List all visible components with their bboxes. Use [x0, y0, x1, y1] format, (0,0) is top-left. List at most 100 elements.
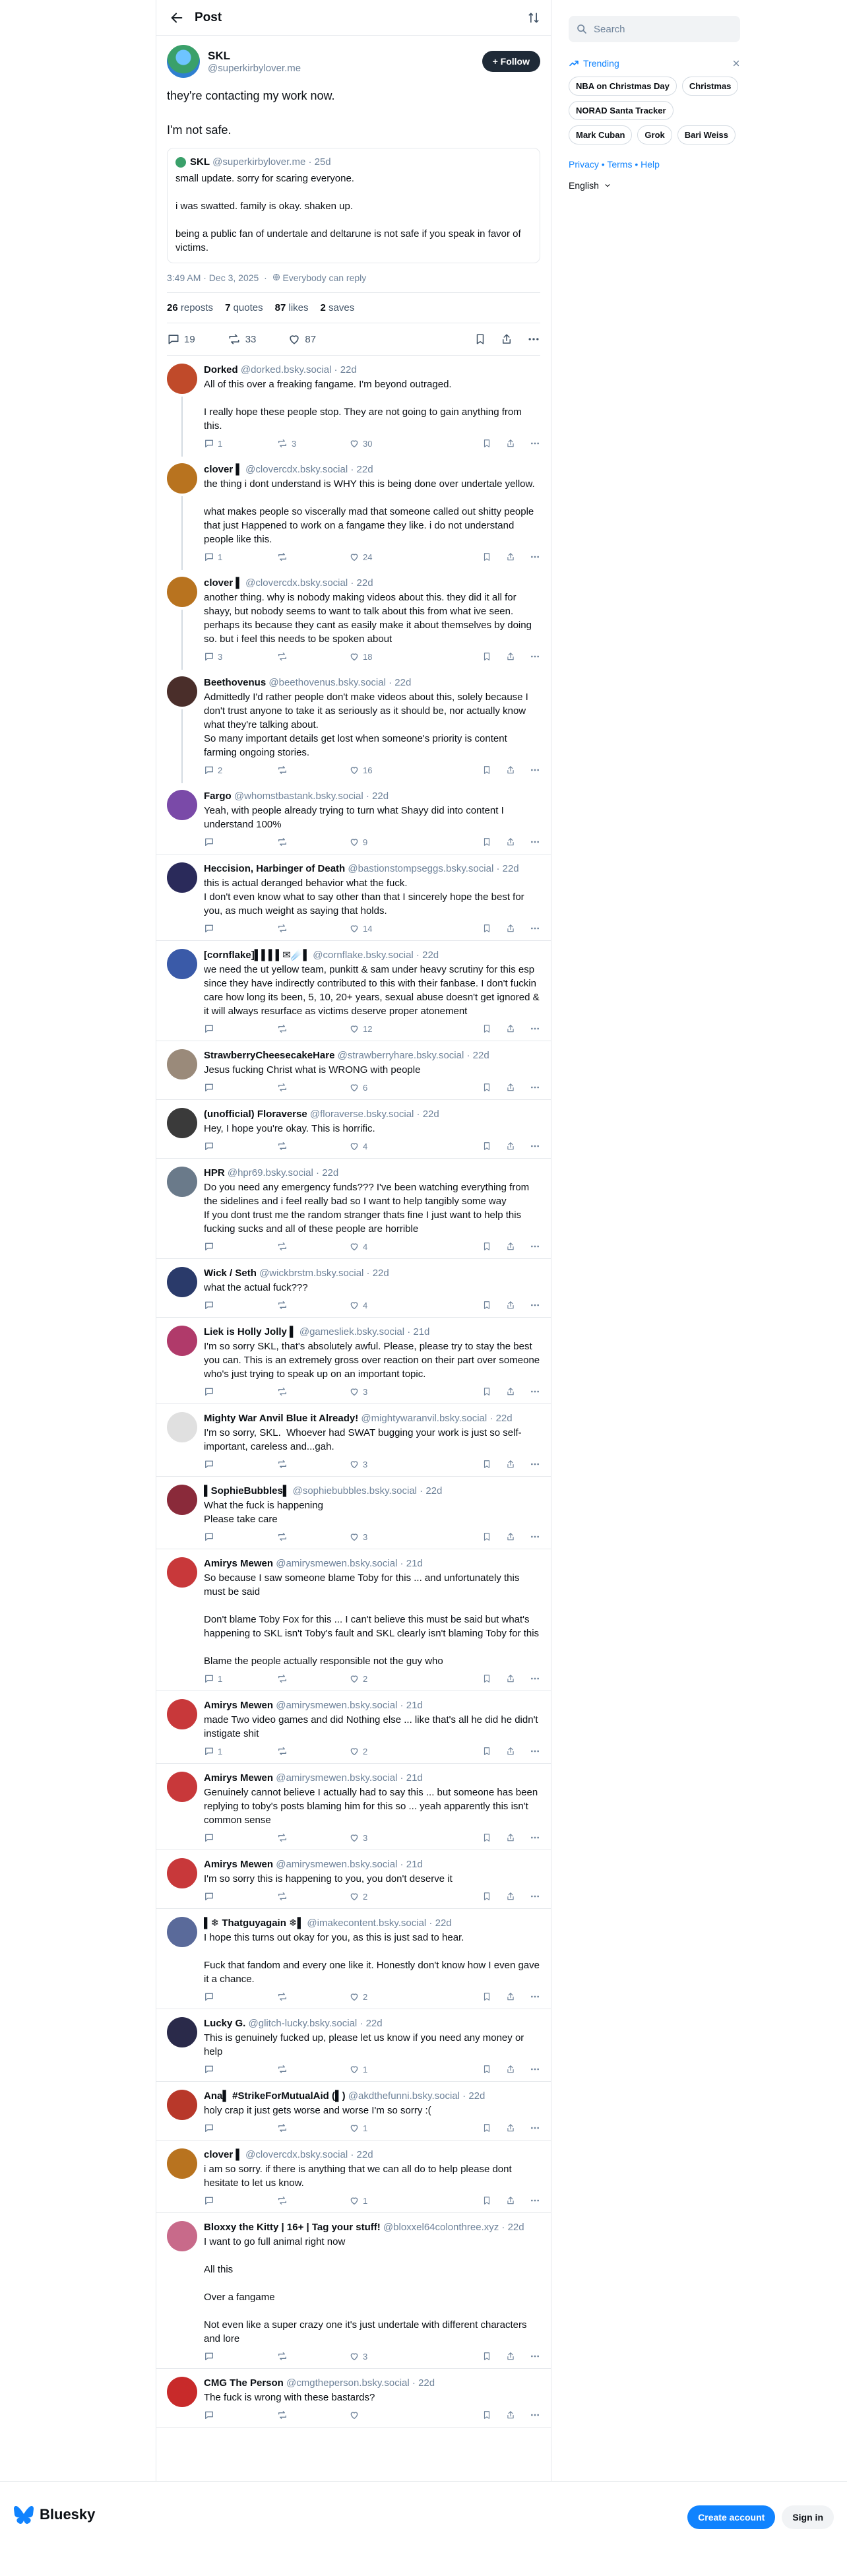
reply-author-handle[interactable]: @cmgtheperson.bsky.social [286, 2377, 410, 2389]
reply-button[interactable]: 3 [204, 651, 276, 662]
reply-author-name[interactable]: Wick / Seth [204, 1268, 257, 1279]
reply-post[interactable]: StrawberryCheesecakeHare @strawberryhare… [156, 1041, 551, 1100]
reply-author-handle[interactable]: @dorked.bsky.social [241, 364, 332, 375]
reply-author-name[interactable]: [cornflake]▌▌▌▌✉☄️▌ [204, 950, 310, 961]
bookmark-icon[interactable] [482, 651, 491, 662]
like-button[interactable]: 12 [349, 1023, 422, 1034]
repost-button[interactable] [276, 651, 349, 662]
sign-in-button[interactable]: Sign in [782, 2505, 834, 2529]
terms-link[interactable]: Terms [607, 159, 632, 170]
share-icon[interactable] [506, 1746, 515, 1756]
share-icon[interactable] [506, 1832, 515, 1843]
like-button[interactable]: 2 [349, 1746, 422, 1756]
reply-post[interactable]: ▌SophieBubbles▌ @sophiebubbles.bsky.soci… [156, 1477, 551, 1549]
reply-post[interactable]: Mighty War Anvil Blue it Already! @might… [156, 1404, 551, 1477]
share-icon[interactable] [506, 837, 515, 847]
like-button[interactable]: 4 [349, 1141, 422, 1151]
avatar[interactable] [167, 1167, 197, 1197]
trending-topic[interactable]: NBA on Christmas Day [569, 77, 677, 96]
share-icon[interactable] [506, 2064, 515, 2075]
like-button[interactable]: 2 [349, 1991, 422, 2002]
repost-button[interactable] [276, 765, 349, 775]
bookmark-icon[interactable] [482, 1891, 491, 1902]
bookmark-icon[interactable] [482, 1991, 491, 2002]
reply-button[interactable]: 1 [204, 1673, 276, 1684]
reply-post[interactable]: Bloxxy the Kitty | 16+ | Tag your stuff!… [156, 2213, 551, 2369]
repost-button[interactable] [276, 1141, 349, 1151]
reply-post[interactable]: Liek is Holly Jolly ▌ @gamesliek.bsky.so… [156, 1318, 551, 1404]
reply-post[interactable]: CMG The Person @cmgtheperson.bsky.social… [156, 2369, 551, 2428]
reply-author-handle[interactable]: @bloxxel64colonthree.xyz [383, 2222, 499, 2233]
reply-author-name[interactable]: StrawberryCheesecakeHare [204, 1050, 334, 1061]
likes-stat[interactable]: 87 likes [275, 302, 309, 313]
reply-button[interactable] [204, 2064, 276, 2075]
reply-button[interactable] [204, 1531, 276, 1542]
reply-author-name[interactable]: clover ▌ [204, 2149, 243, 2160]
reply-post[interactable]: (unofficial) Floraverse @floraverse.bsky… [156, 1100, 551, 1159]
saves-stat[interactable]: 2 saves [321, 302, 355, 313]
avatar[interactable] [167, 1412, 197, 1442]
author-handle[interactable]: @superkirbylover.me [208, 63, 482, 74]
avatar[interactable] [167, 1557, 197, 1588]
share-icon[interactable] [506, 1991, 515, 2002]
like-button[interactable]: 14 [349, 923, 422, 934]
reply-author-name[interactable]: Amirys Mewen [204, 1558, 273, 1569]
reply-button[interactable]: 1 [204, 1746, 276, 1756]
avatar[interactable] [167, 463, 197, 494]
more-options-icon[interactable] [530, 2351, 540, 2362]
reply-button[interactable] [204, 923, 276, 934]
create-account-button[interactable]: Create account [687, 2505, 776, 2529]
bookmark-icon[interactable] [482, 1459, 491, 1469]
like-button[interactable]: 87 [288, 333, 316, 346]
more-options-icon[interactable] [530, 1832, 540, 1843]
more-options-icon[interactable] [530, 1459, 540, 1469]
repost-button[interactable] [276, 1991, 349, 2002]
author-name[interactable]: SKL [208, 49, 482, 63]
like-button[interactable]: 2 [349, 1673, 422, 1684]
reply-author-handle[interactable]: @hpr69.bsky.social [228, 1167, 313, 1178]
share-icon[interactable] [506, 1891, 515, 1902]
avatar[interactable] [167, 790, 197, 820]
like-button[interactable]: 3 [349, 1832, 422, 1843]
reply-author-name[interactable]: Beethovenus [204, 677, 266, 688]
avatar[interactable] [167, 1485, 197, 1515]
bookmark-icon[interactable] [482, 837, 491, 847]
more-options-icon[interactable] [530, 438, 540, 449]
back-arrow-icon[interactable] [167, 11, 187, 25]
repost-button[interactable] [276, 1459, 349, 1469]
reply-author-handle[interactable]: @clovercdx.bsky.social [245, 464, 348, 475]
reply-button[interactable] [204, 1891, 276, 1902]
repost-button[interactable] [276, 2123, 349, 2133]
avatar[interactable] [167, 862, 197, 893]
reply-author-name[interactable]: Amirys Mewen [204, 1859, 273, 1870]
reply-button[interactable] [204, 1141, 276, 1151]
avatar[interactable] [167, 1858, 197, 1888]
reply-post[interactable]: Wick / Seth @wickbrstm.bsky.social · 22d… [156, 1259, 551, 1318]
like-button[interactable]: 24 [349, 552, 422, 562]
more-options-icon[interactable] [530, 1991, 540, 2002]
reply-button[interactable] [204, 1023, 276, 1034]
more-options-icon[interactable] [530, 923, 540, 934]
share-icon[interactable] [506, 1141, 515, 1151]
like-button[interactable]: 30 [349, 438, 422, 449]
reply-author-name[interactable]: Heccision, Harbinger of Death [204, 863, 345, 874]
repost-button[interactable] [276, 1300, 349, 1310]
more-options-icon[interactable] [530, 1673, 540, 1684]
reply-post[interactable]: Fargo @whomstbastank.bsky.social · 22d Ye… [156, 782, 551, 854]
share-icon[interactable] [506, 2351, 515, 2362]
reply-author-name[interactable]: CMG The Person [204, 2377, 284, 2389]
share-icon[interactable] [506, 2123, 515, 2133]
reply-author-handle[interactable]: @whomstbastank.bsky.social [234, 790, 363, 802]
quotes-stat[interactable]: 7 quotes [225, 302, 263, 313]
reply-author-handle[interactable]: @bastionstompseggs.bsky.social [348, 863, 493, 874]
repost-button[interactable] [276, 923, 349, 934]
like-button[interactable]: 1 [349, 2064, 422, 2075]
like-button[interactable]: 3 [349, 1386, 422, 1397]
reply-author-handle[interactable]: @cornflake.bsky.social [313, 950, 414, 961]
share-icon[interactable] [506, 2410, 515, 2420]
repost-button[interactable] [276, 1386, 349, 1397]
trending-topic[interactable]: Bari Weiss [677, 125, 736, 145]
reply-post[interactable]: Ana▌ #StrikeForMutualAid (▌) @akdthefunn… [156, 2082, 551, 2141]
share-icon[interactable] [506, 1673, 515, 1684]
avatar[interactable] [167, 45, 200, 78]
